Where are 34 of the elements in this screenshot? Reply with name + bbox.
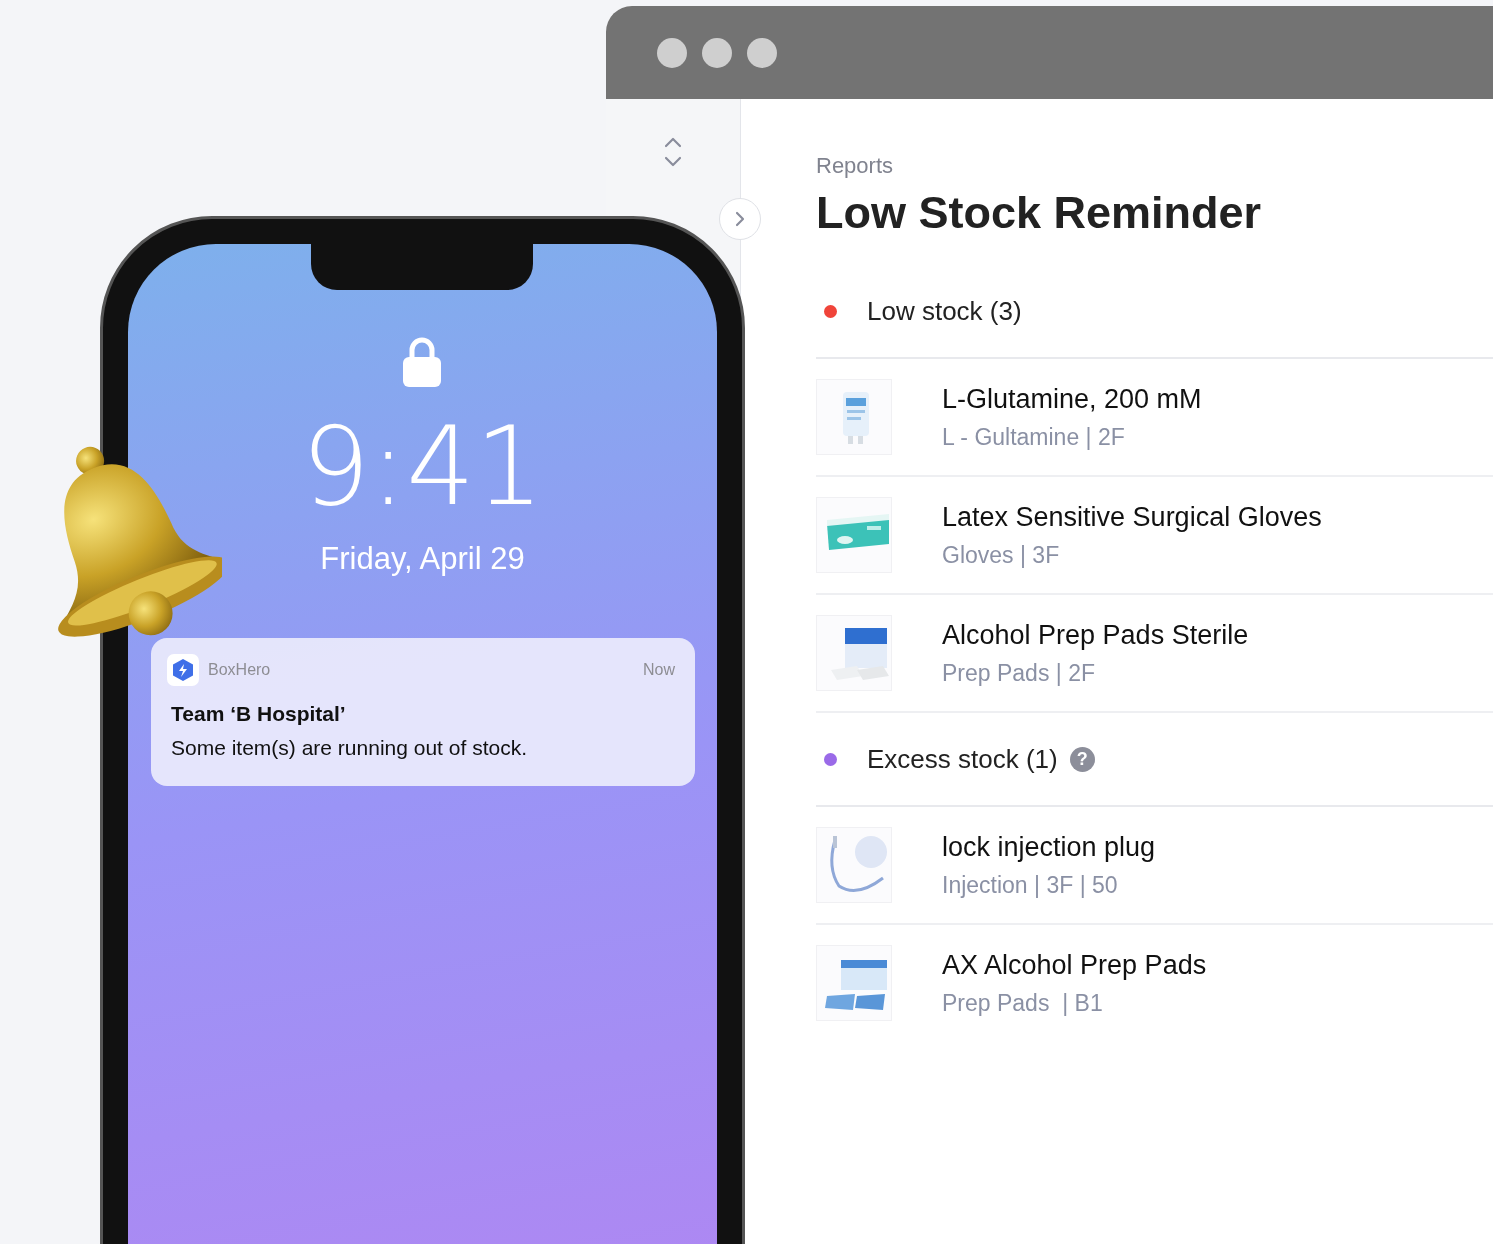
window-control-button[interactable] <box>702 37 732 68</box>
section-heading: Excess stock (1) <box>867 743 1058 775</box>
notification-title: Team ‘B Hospital’ <box>171 702 347 726</box>
product-details: Injection | 3F | 50 <box>942 871 1119 899</box>
app-name: BoxHero <box>208 661 272 679</box>
lock-icon <box>403 335 441 387</box>
notification-card[interactable]: BoxHero Now Team ‘B Hospital’ Some item(s) are running out of stock. <box>151 638 695 786</box>
app-icon <box>167 654 199 686</box>
expand-collapse-icon[interactable] <box>664 137 682 167</box>
chevron-right-icon <box>733 210 747 228</box>
product-name: Latex Sensitive Surgical Gloves <box>942 501 1322 533</box>
expand-sidebar-button[interactable] <box>719 198 761 240</box>
window-control-button[interactable] <box>747 37 777 68</box>
page-title: Low Stock Reminder <box>816 187 1263 240</box>
product-name: L-Glutamine, 200 mM <box>942 383 1202 415</box>
product-details: Prep Pads | 2F <box>942 659 1096 687</box>
product-name: lock injection plug <box>942 831 1156 863</box>
product-row[interactable]: L-Glutamine, 200 mM L - Gultamine | 2F <box>816 359 1493 477</box>
window-control-button[interactable] <box>657 37 687 68</box>
product-details: Gloves | 3F <box>942 541 1061 569</box>
notification-message: Some item(s) are running out of stock. <box>171 736 528 760</box>
clock-date: Friday, April 29 <box>319 541 526 577</box>
product-row[interactable]: lock injection plug Injection | 3F | 50 <box>816 807 1493 925</box>
product-row[interactable]: Latex Sensitive Surgical Gloves Gloves | 3F <box>816 477 1493 595</box>
product-row[interactable]: Alcohol Prep Pads Sterile Prep Pads | 2F <box>816 595 1493 713</box>
breadcrumb[interactable]: Reports <box>816 153 1493 183</box>
product-details: L - Gultamine | 2F <box>942 423 1126 451</box>
product-name: Alcohol Prep Pads Sterile <box>942 619 1249 651</box>
product-name: AX Alcohol Prep Pads <box>942 949 1207 981</box>
clock-time: 9:41 <box>300 404 545 529</box>
product-details: Prep Pads | B1 <box>942 989 1104 1017</box>
notification-time: Now <box>643 661 675 679</box>
product-row[interactable]: AX Alcohol Prep Pads Prep Pads | B1 <box>816 925 1493 1041</box>
section-heading: Low stock (3) <box>867 295 1022 327</box>
